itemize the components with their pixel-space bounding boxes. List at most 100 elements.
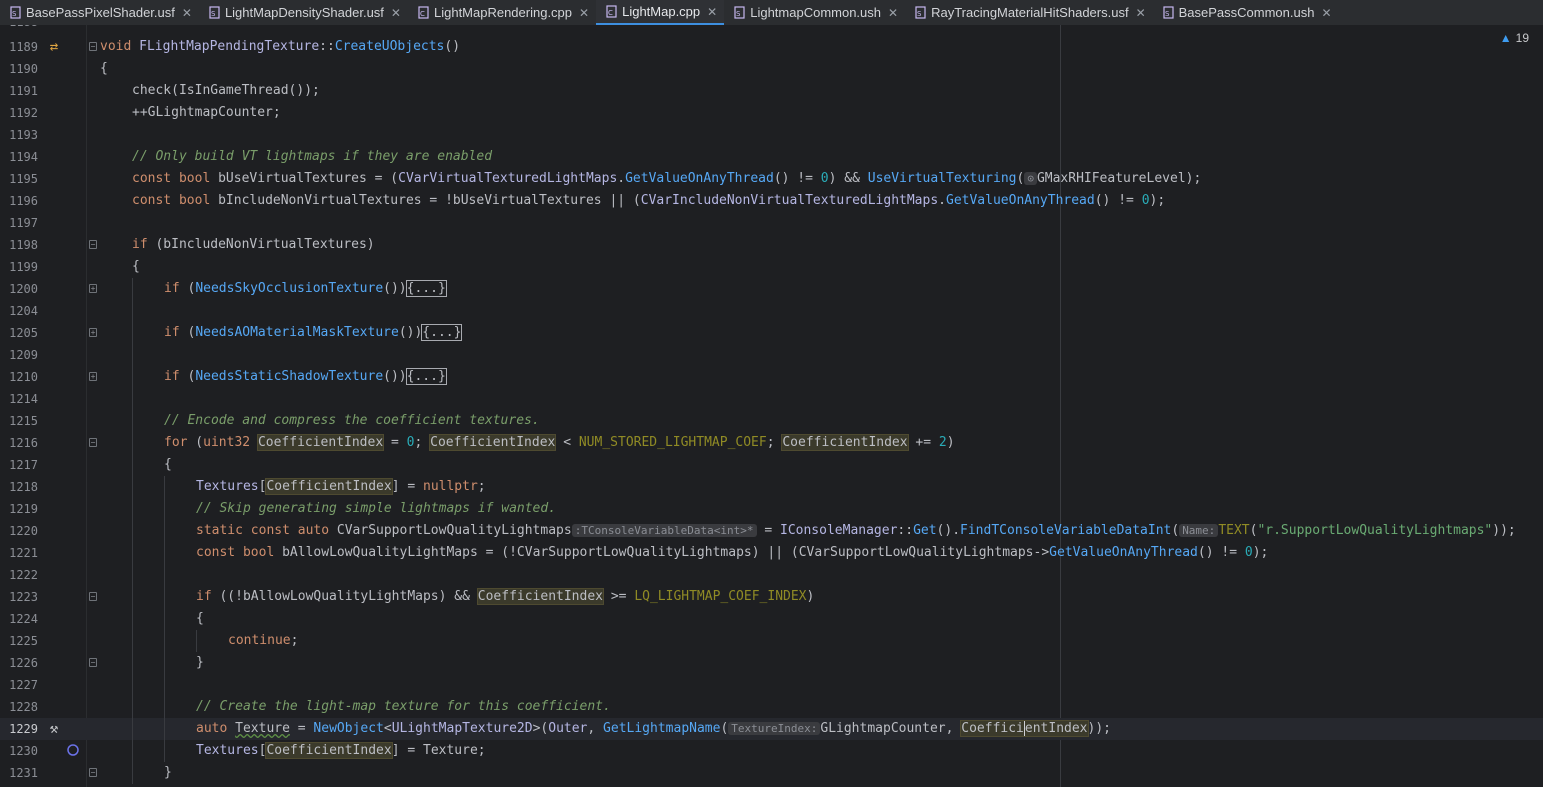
line-number: 1224: [9, 612, 38, 626]
line-number: 1216: [9, 436, 38, 450]
fold-toggle-icon[interactable]: −: [89, 42, 97, 51]
indent-guide: [132, 322, 133, 344]
code-line: 1227: [0, 674, 1543, 696]
code-line: 1193: [0, 124, 1543, 146]
code-line: 1230 Textures[CoefficientIndex] = Textur…: [0, 740, 1543, 762]
code-line: 1209: [0, 344, 1543, 366]
indent-guide: [164, 520, 165, 542]
code-line: 1199 {: [0, 256, 1543, 278]
code-text: Textures[CoefficientIndex] = Texture;: [196, 742, 486, 759]
line-number: 1195: [9, 172, 38, 186]
hammer-icon[interactable]: ⚒: [46, 721, 62, 737]
inlay-hint: TextureIndex:: [728, 722, 821, 735]
tab-lightmap-cpp[interactable]: C LightMap.cpp ✕: [596, 0, 725, 25]
indent-guide: [164, 476, 165, 498]
code-text: for (uint32 CoefficientIndex = 0; Coeffi…: [164, 434, 955, 451]
code-line: 1194 // Only build VT lightmaps if they …: [0, 146, 1543, 168]
indent-guide: [196, 630, 197, 652]
close-icon[interactable]: ✕: [579, 6, 589, 20]
tab-basepasspixelshader[interactable]: S BasePassPixelShader.usf ✕: [0, 0, 199, 25]
line-number: 1218: [9, 480, 38, 494]
code-line: 1200 + if (NeedsSkyOcclusionTexture()){.…: [0, 278, 1543, 300]
inlay-hint: Name:: [1179, 524, 1219, 537]
tab-label: LightMapDensityShader.usf: [224, 5, 384, 20]
code-line: 1189 ⇄ − void FLightMapPendingTexture::C…: [0, 36, 1543, 58]
line-number: 1230: [9, 744, 38, 758]
svg-text:C: C: [420, 10, 425, 18]
line-number: 1200: [9, 282, 38, 296]
fold-toggle-icon[interactable]: −: [89, 240, 97, 249]
code-line: 1214: [0, 388, 1543, 410]
line-number: 1188: [0, 25, 38, 33]
fold-expand-icon[interactable]: +: [89, 284, 97, 293]
fold-expand-icon[interactable]: +: [89, 328, 97, 337]
indent-guide: [164, 740, 165, 762]
indent-guide: [164, 696, 165, 718]
line-number: 1196: [9, 194, 38, 208]
indent-guide: [132, 718, 133, 740]
code-line: 1224 {: [0, 608, 1543, 630]
folded-region[interactable]: {...}: [421, 324, 463, 341]
tab-label: LightMapRendering.cpp: [433, 5, 573, 20]
indent-guide: [164, 586, 165, 608]
fold-end-icon[interactable]: −: [89, 658, 97, 667]
swap-declaration-icon[interactable]: ⇄: [46, 39, 62, 55]
indent-guide: [164, 498, 165, 520]
tab-raytracingmaterialhitshaders[interactable]: S RayTracingMaterialHitShaders.usf ✕: [905, 0, 1153, 25]
indent-guide: [164, 542, 165, 564]
close-icon[interactable]: ✕: [888, 6, 898, 20]
line-number: 1198: [9, 238, 38, 252]
shader-file-icon: S: [10, 6, 22, 19]
tab-label: LightMap.cpp: [622, 4, 701, 19]
indent-guide: [164, 608, 165, 630]
code-text: Textures[CoefficientIndex] = nullptr;: [196, 478, 486, 495]
breakpoint-circle-icon[interactable]: [65, 743, 81, 759]
indent-guide: [164, 652, 165, 674]
code-line-current: 1229 ⚒ auto Texture = NewObject<ULightMa…: [0, 718, 1543, 740]
close-icon[interactable]: ✕: [391, 6, 401, 20]
code-text: ++GLightmapCounter;: [132, 105, 281, 120]
indent-guide: [132, 410, 133, 432]
indent-guide: [132, 520, 133, 542]
close-icon[interactable]: ✕: [707, 5, 717, 19]
svg-text:S: S: [12, 10, 17, 18]
code-line: 1216 − for (uint32 CoefficientIndex = 0;…: [0, 432, 1543, 454]
indent-guide: [164, 718, 165, 740]
code-editor[interactable]: 1188 1189 ⇄ − void FLightMapPendingTextu…: [0, 25, 1543, 787]
code-text: {: [132, 259, 140, 274]
folded-region[interactable]: {...}: [405, 368, 447, 385]
code-text: if ((!bAllowLowQualityLightMaps) && Coef…: [196, 588, 815, 605]
close-icon[interactable]: ✕: [1136, 6, 1146, 20]
tab-basepasscommon[interactable]: S BasePassCommon.ush ✕: [1153, 0, 1339, 25]
code-text: if (NeedsStaticShadowTexture()){...}: [164, 368, 447, 385]
tab-lightmapdensityshader[interactable]: S LightMapDensityShader.usf ✕: [199, 0, 408, 25]
line-number: 1229: [9, 722, 38, 736]
code-line: 1192 ++GLightmapCounter;: [0, 102, 1543, 124]
svg-text:S: S: [917, 10, 922, 18]
indent-guide: [132, 278, 133, 300]
tab-label: LightmapCommon.ush: [750, 5, 882, 20]
code-comment: // Encode and compress the coefficient t…: [164, 413, 540, 428]
fold-end-icon[interactable]: −: [89, 768, 97, 777]
line-number: 1205: [9, 326, 38, 340]
tab-lightmapcommon[interactable]: S LightmapCommon.ush ✕: [724, 0, 905, 25]
close-icon[interactable]: ✕: [182, 6, 192, 20]
code-line: 1215 // Encode and compress the coeffici…: [0, 410, 1543, 432]
fold-toggle-icon[interactable]: −: [89, 592, 97, 601]
shader-file-icon: S: [734, 6, 746, 19]
tab-lightmaprendering[interactable]: C LightMapRendering.cpp ✕: [408, 0, 596, 25]
svg-text:C: C: [608, 9, 613, 17]
line-number: 1197: [9, 216, 38, 230]
code-comment: // Only build VT lightmaps if they are e…: [132, 149, 493, 164]
code-text: check(IsInGameThread());: [132, 83, 320, 98]
code-text: if (bIncludeNonVirtualTextures): [132, 237, 375, 252]
close-icon[interactable]: ✕: [1321, 6, 1331, 20]
shader-file-icon: S: [1163, 6, 1175, 19]
line-number: 1222: [9, 568, 38, 582]
indent-guide: [132, 388, 133, 410]
folded-region[interactable]: {...}: [405, 280, 447, 297]
code-line: 1191 check(IsInGameThread());: [0, 80, 1543, 102]
line-number: 1193: [9, 128, 38, 142]
fold-expand-icon[interactable]: +: [89, 372, 97, 381]
fold-toggle-icon[interactable]: −: [89, 438, 97, 447]
